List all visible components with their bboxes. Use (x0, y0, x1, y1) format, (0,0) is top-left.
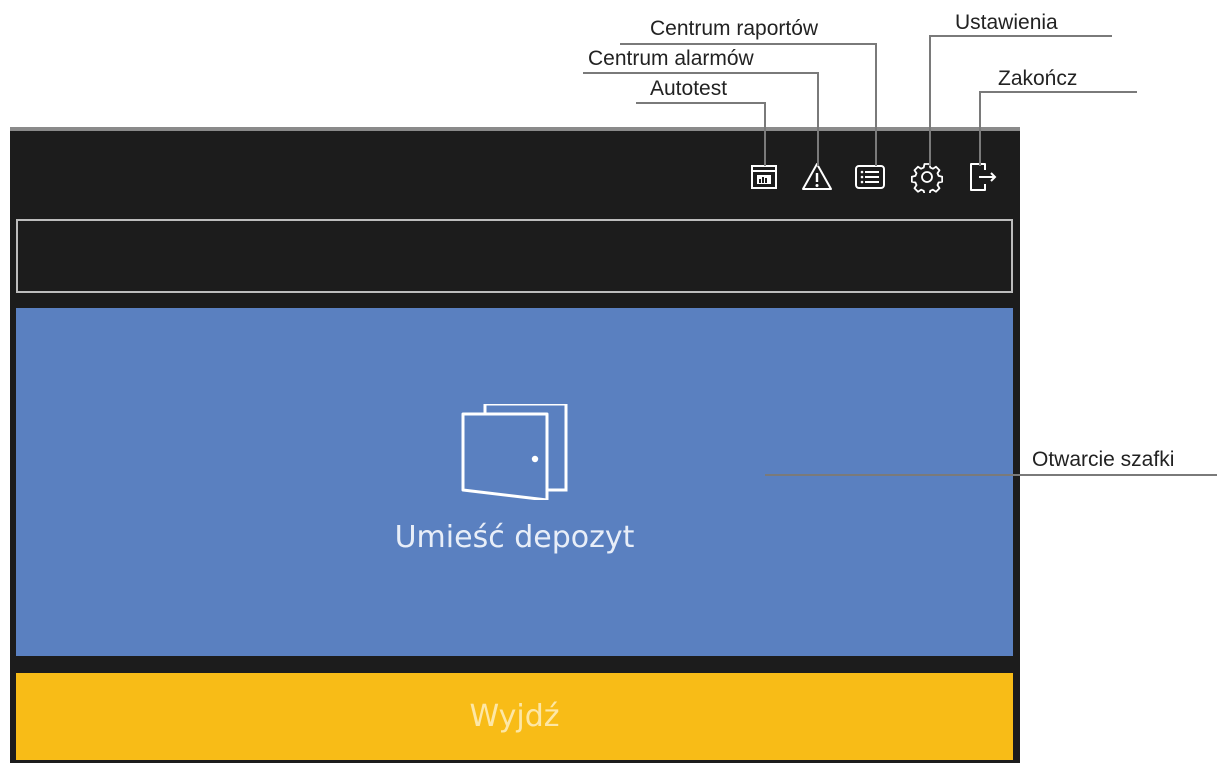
callout-autotest: Autotest (650, 77, 728, 100)
callout-line (979, 91, 981, 166)
callout-settings: Ustawienia (955, 11, 1058, 34)
callout-line (620, 43, 877, 45)
callout-exit-app: Zakończ (998, 67, 1078, 90)
deposit-button[interactable]: Umieść depozyt (16, 308, 1013, 656)
settings-gear-icon[interactable] (910, 160, 944, 194)
callout-line (583, 72, 819, 74)
deposit-label: Umieść depozyt (394, 520, 635, 555)
callout-line (765, 474, 1217, 476)
exit-button[interactable]: Wyjdź (16, 673, 1013, 760)
exit-door-icon[interactable] (965, 160, 999, 194)
callout-line (929, 35, 1112, 37)
callout-line (875, 43, 877, 166)
callout-line (979, 91, 1137, 93)
callout-alarm-center: Centrum alarmów (588, 47, 754, 70)
callout-report-center: Centrum raportów (650, 17, 819, 40)
callout-line (764, 102, 766, 166)
door-open-icon (461, 402, 571, 503)
callout-line (636, 102, 766, 104)
report-list-icon[interactable] (853, 160, 887, 194)
callout-line (817, 72, 819, 166)
callout-open-locker: Otwarcie szafki (1032, 448, 1175, 471)
callout-line (929, 35, 931, 166)
status-message-field (16, 219, 1013, 293)
